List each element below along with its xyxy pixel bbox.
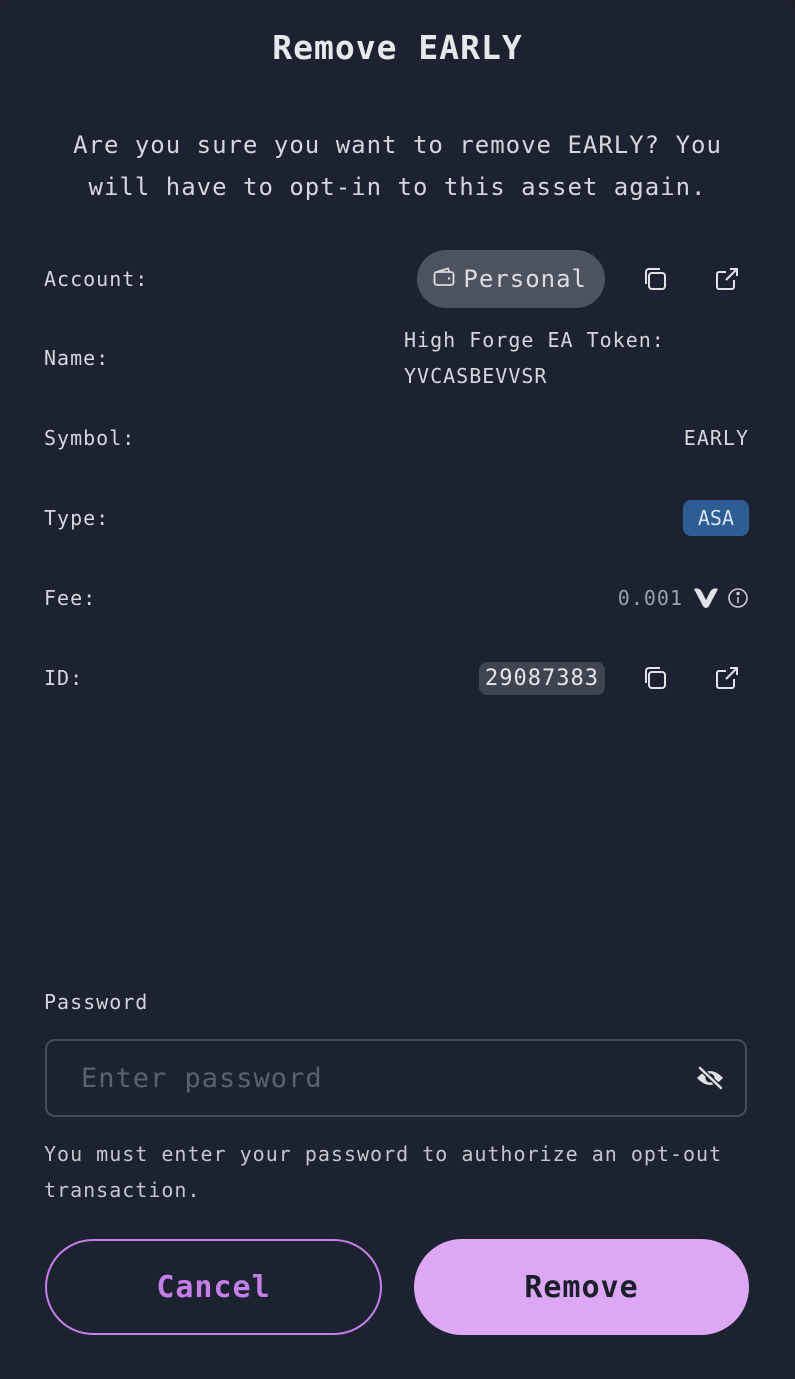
fee-row: Fee: 0.001 (44, 568, 749, 628)
algo-icon (693, 587, 719, 609)
account-label: Account: (44, 267, 149, 291)
password-label: Password (44, 990, 149, 1014)
fee-value-group: 0.001 (618, 586, 749, 610)
id-label: ID: (44, 666, 84, 690)
remove-button[interactable]: Remove (414, 1239, 749, 1335)
info-icon[interactable] (727, 587, 749, 609)
id-row: ID: 29087383 (44, 648, 749, 708)
wallet-icon (433, 265, 455, 293)
copy-icon[interactable] (633, 257, 677, 301)
type-label: Type: (44, 506, 110, 530)
dialog-title: Remove EARLY (272, 28, 523, 67)
password-field[interactable] (45, 1039, 747, 1117)
account-pill[interactable]: Personal (417, 250, 605, 308)
eye-off-icon[interactable] (695, 1065, 725, 1091)
symbol-row: Symbol: EARLY (44, 408, 749, 468)
id-value-group: 29087383 (479, 656, 749, 700)
fee-value: 0.001 (617, 586, 683, 610)
password-hint: You must enter your password to authoriz… (44, 1142, 723, 1202)
symbol-label: Symbol: (44, 426, 136, 450)
account-row: Account: Personal (44, 249, 749, 309)
dialog-description: Are you sure you want to remove EARLY? Y… (73, 131, 722, 201)
asset-name-line2: YVCASBEVVSR (404, 364, 548, 388)
name-label: Name: (44, 346, 110, 370)
asset-id-value[interactable]: 29087383 (479, 661, 605, 695)
account-name: Personal (463, 265, 587, 293)
external-link-icon[interactable] (705, 656, 749, 700)
type-badge: ASA (682, 500, 749, 536)
cancel-button[interactable]: Cancel (45, 1239, 382, 1335)
symbol-value: EARLY (683, 426, 749, 450)
account-value: Personal (417, 250, 749, 308)
password-input[interactable] (79, 1061, 695, 1095)
fee-label: Fee: (44, 586, 97, 610)
asset-name-line1: High Forge EA Token: (404, 328, 665, 352)
remove-asset-dialog: Remove EARLY Are you sure you want to re… (0, 0, 795, 1379)
copy-icon[interactable] (633, 656, 677, 700)
external-link-icon[interactable] (705, 257, 749, 301)
type-row: Type: ASA (44, 488, 749, 548)
asset-name-value: High Forge EA Token: YVCASBEVVSR (404, 322, 665, 394)
